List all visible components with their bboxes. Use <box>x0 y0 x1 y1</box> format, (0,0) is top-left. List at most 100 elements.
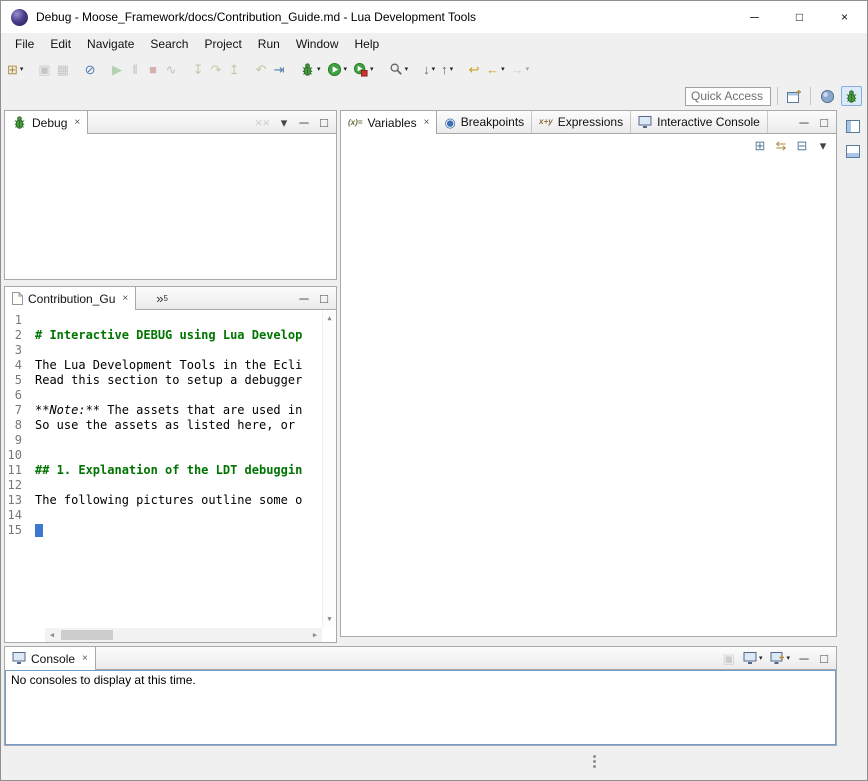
editor-line[interactable]: 12 <box>5 478 322 493</box>
terminate-button[interactable]: ■ <box>144 59 162 79</box>
menu-edit[interactable]: Edit <box>42 35 79 53</box>
close-icon[interactable]: × <box>424 117 430 128</box>
editor-line[interactable]: 6 <box>5 388 322 403</box>
restore-minimized-view-top-button[interactable] <box>843 116 863 136</box>
window-minimize-button[interactable]: ─ <box>732 1 777 33</box>
show-logical-structures-button[interactable]: ⇆ <box>772 135 790 155</box>
run-button[interactable]: ▾ <box>324 59 351 79</box>
line-number[interactable]: 9 <box>5 433 35 448</box>
collapse-all-button[interactable]: ⊟ <box>793 135 811 155</box>
debug-perspective-button[interactable] <box>841 86 862 106</box>
display-selected-console-button[interactable]: ▾ <box>740 648 766 668</box>
restore-minimized-view-bottom-button[interactable] <box>843 141 863 161</box>
dropdown-arrow-icon[interactable]: ▾ <box>317 65 321 73</box>
editor-line[interactable]: 7**Note:** The assets that are used in <box>5 403 322 418</box>
scroll-down-button[interactable]: ▼ <box>327 616 331 623</box>
scroll-right-button[interactable]: ▶ <box>308 632 322 639</box>
tab-debug[interactable]: Debug × <box>5 111 88 134</box>
tab-expressions[interactable]: x+yExpressions <box>532 111 631 133</box>
tab-variables[interactable]: (x)=Variables× <box>341 111 437 134</box>
dropdown-arrow-icon[interactable]: ▾ <box>759 654 763 662</box>
view-menu-button[interactable]: ▾ <box>275 112 293 132</box>
previous-annotation-button[interactable]: ↑▾ <box>438 59 456 79</box>
menu-search[interactable]: Search <box>142 35 196 53</box>
show-type-names-button[interactable]: ⊞ <box>751 135 769 155</box>
maximize-button[interactable]: □ <box>815 648 833 668</box>
line-number[interactable]: 15 <box>5 523 35 538</box>
close-icon[interactable]: × <box>122 293 128 304</box>
line-number[interactable]: 2 <box>5 328 35 343</box>
editor-line[interactable]: 14 <box>5 508 322 523</box>
save-button[interactable]: ▣ <box>35 59 53 79</box>
tab-contribution-guide[interactable]: Contribution_Gu × <box>5 287 136 310</box>
minimize-button[interactable]: ─ <box>295 112 313 132</box>
back-button[interactable]: ←▾ <box>483 59 508 79</box>
window-maximize-button[interactable]: □ <box>777 1 822 33</box>
step-return-button[interactable]: ↥ <box>225 59 243 79</box>
editor-line[interactable]: 11## 1. Explanation of the LDT debuggin <box>5 463 322 478</box>
dropdown-arrow-icon[interactable]: ▾ <box>432 65 436 73</box>
forward-button[interactable]: →▾ <box>508 59 533 79</box>
line-number[interactable]: 14 <box>5 508 35 523</box>
editor-content[interactable]: 12# Interactive DEBUG using Lua Develop3… <box>5 310 336 642</box>
tab-interactive-console[interactable]: Interactive Console <box>631 111 768 133</box>
dropdown-arrow-icon[interactable]: ▾ <box>405 65 409 73</box>
scroll-up-button[interactable]: ▲ <box>327 315 331 322</box>
menu-file[interactable]: File <box>7 35 42 53</box>
minimize-button[interactable]: ─ <box>795 648 813 668</box>
editor-line[interactable]: 2# Interactive DEBUG using Lua Develop <box>5 328 322 343</box>
line-number[interactable]: 13 <box>5 493 35 508</box>
dropdown-arrow-icon[interactable]: ▾ <box>501 65 505 73</box>
menu-project[interactable]: Project <box>196 35 249 53</box>
drop-to-frame-button[interactable]: ↶ <box>252 59 270 79</box>
window-close-button[interactable]: × <box>822 1 867 33</box>
menu-window[interactable]: Window <box>288 35 347 53</box>
pin-console-button[interactable]: ▣ <box>720 648 738 668</box>
variables-content[interactable] <box>341 156 836 636</box>
close-icon[interactable]: × <box>74 117 80 128</box>
line-number[interactable]: 7 <box>5 403 35 418</box>
maximize-button[interactable]: □ <box>315 112 333 132</box>
scroll-left-button[interactable]: ◀ <box>45 632 59 639</box>
line-number[interactable]: 10 <box>5 448 35 463</box>
skip-all-breakpoints-button[interactable]: ⊘ <box>81 59 99 79</box>
line-number[interactable]: 4 <box>5 358 35 373</box>
dropdown-arrow-icon[interactable]: ▾ <box>20 65 24 73</box>
open-console-button[interactable]: ▾ <box>767 648 793 668</box>
close-icon[interactable]: × <box>82 653 88 664</box>
editor-line[interactable]: 10 <box>5 448 322 463</box>
dropdown-arrow-icon[interactable]: ▾ <box>450 65 454 73</box>
tab-console[interactable]: Console × <box>5 647 96 670</box>
view-menu-button[interactable]: ▾ <box>814 135 832 155</box>
next-annotation-button[interactable]: ↓▾ <box>420 59 438 79</box>
editor-hscrollbar[interactable]: ◀ ▶ <box>45 628 322 642</box>
tab-breakpoints[interactable]: ◉Breakpoints <box>437 111 532 133</box>
maximize-button[interactable]: □ <box>315 288 333 308</box>
quick-access-input[interactable] <box>685 87 771 106</box>
console-content[interactable]: No consoles to display at this time. <box>5 670 836 745</box>
new-button[interactable]: ⊞▾ <box>4 59 26 79</box>
line-number[interactable]: 12 <box>5 478 35 493</box>
editor-line[interactable]: 5Read this section to setup a debugger <box>5 373 322 388</box>
step-over-button[interactable]: ↷ <box>207 59 225 79</box>
debug-view-content[interactable] <box>5 134 336 279</box>
ldt-perspective-button[interactable] <box>817 86 838 106</box>
save-all-button[interactable]: ▦ <box>54 59 72 79</box>
minimize-button[interactable]: ─ <box>295 288 313 308</box>
menu-help[interactable]: Help <box>347 35 388 53</box>
suspend-button[interactable]: ‖ <box>126 59 144 79</box>
dropdown-arrow-icon[interactable]: ▾ <box>526 65 530 73</box>
menu-run[interactable]: Run <box>250 35 288 53</box>
editor-line[interactable]: 15 <box>5 523 322 538</box>
use-step-filters-button[interactable]: ⇥ <box>270 59 288 79</box>
maximize-button[interactable]: □ <box>815 112 833 132</box>
dropdown-arrow-icon[interactable]: ▾ <box>370 65 374 73</box>
search-button[interactable]: ▾ <box>386 59 412 79</box>
dropdown-arrow-icon[interactable]: ▾ <box>786 654 790 662</box>
dropdown-arrow-icon[interactable]: ▾ <box>344 65 348 73</box>
editor-line[interactable]: 3 <box>5 343 322 358</box>
step-into-button[interactable]: ↧ <box>189 59 207 79</box>
line-number[interactable]: 3 <box>5 343 35 358</box>
editor-line[interactable]: 8So use the assets as listed here, or <box>5 418 322 433</box>
remove-all-terminated-button[interactable]: ×× <box>252 112 273 132</box>
